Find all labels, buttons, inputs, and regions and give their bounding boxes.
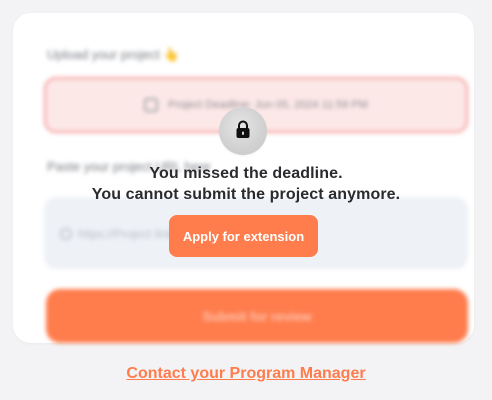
- upload-label: Upload your project 👆: [47, 47, 180, 63]
- calendar-icon: [144, 98, 159, 112]
- lock-icon: [236, 120, 250, 138]
- deadline-text: Project Deadline: Jun 05, 2024 11:59 PM: [168, 99, 368, 111]
- contact-program-manager-link[interactable]: Contact your Program Manager: [0, 365, 492, 383]
- apply-for-extension-button[interactable]: Apply for extension: [169, 215, 318, 257]
- deadline-missed-message: You missed the deadline.: [149, 165, 343, 182]
- link-icon: [60, 228, 72, 240]
- submit-for-review-button: Submit for review: [46, 289, 468, 343]
- cannot-submit-message: You cannot submit the project anymore.: [91, 186, 401, 203]
- pointing-hand-icon: 👆: [163, 47, 180, 62]
- upload-label-text: Upload your project: [47, 47, 160, 62]
